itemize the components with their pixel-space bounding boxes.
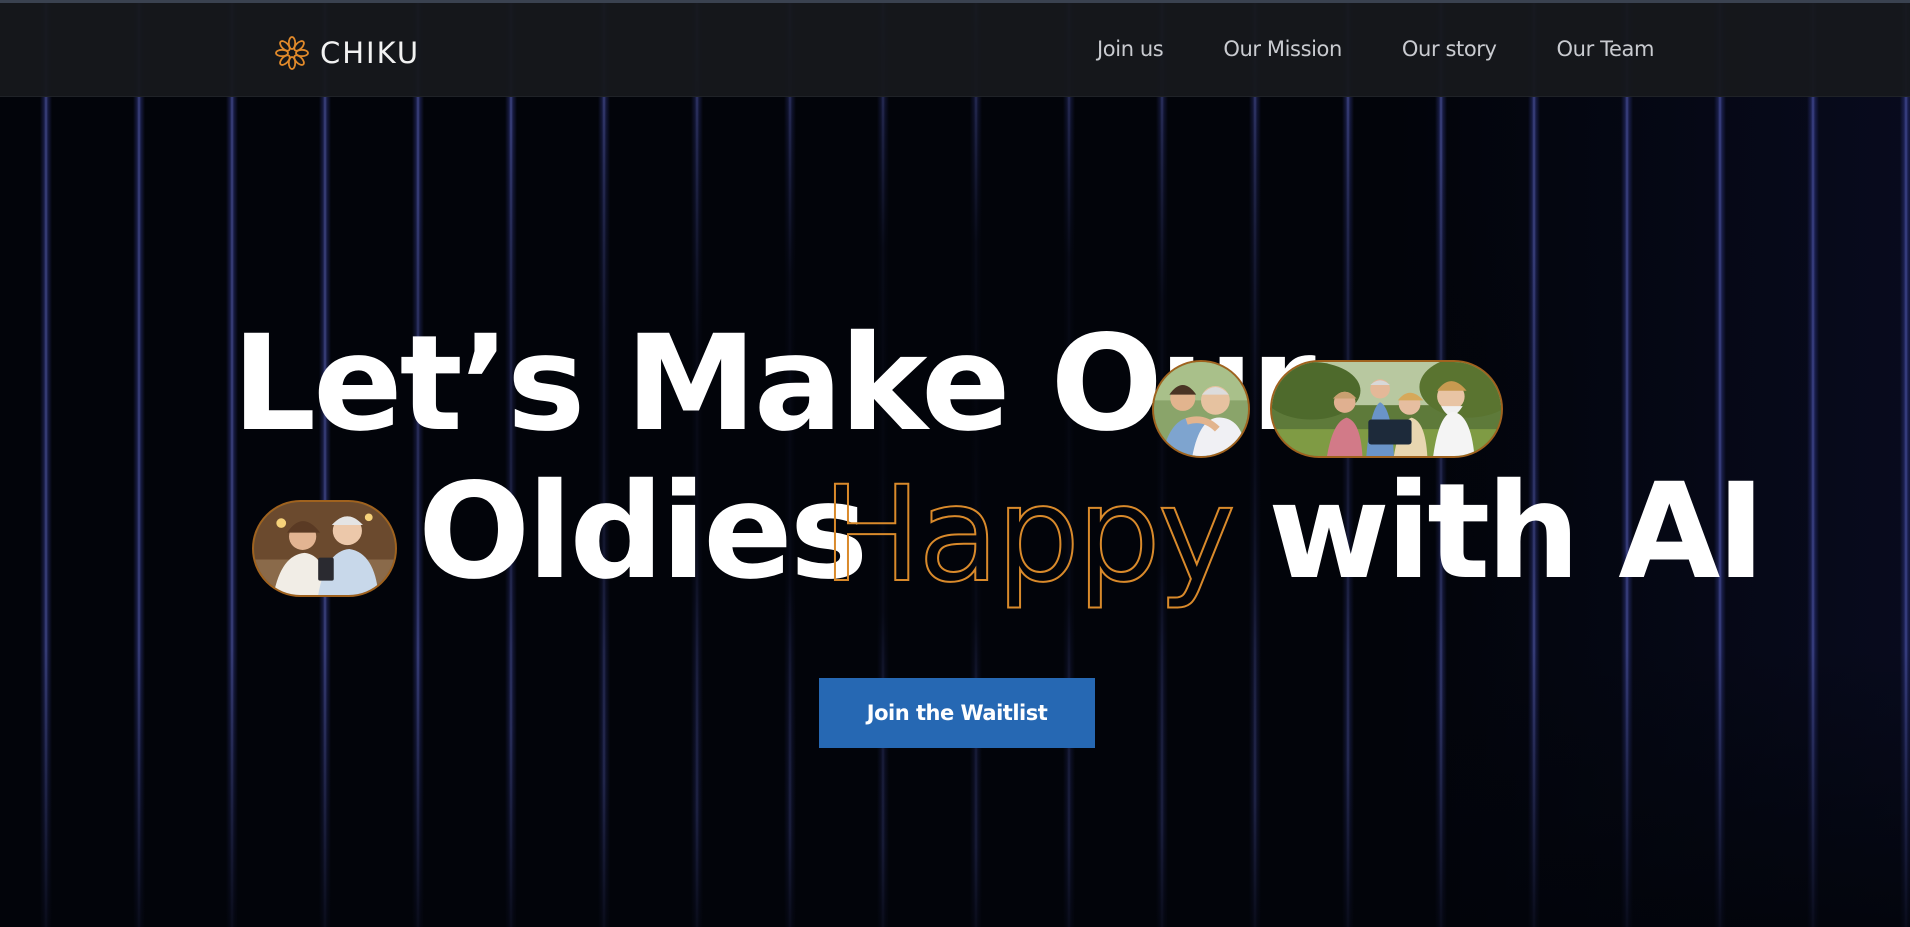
hero-headline-outline-word: Happy	[821, 457, 1237, 613]
hero-headline-line1: Let’s Make Our	[232, 307, 1316, 461]
couple-phone-photo	[252, 500, 397, 597]
landing-page: CHIKU Join us Our Mission Our story Our …	[0, 0, 1910, 927]
brand-name: CHIKU	[320, 36, 421, 70]
nav-link-our-mission[interactable]: Our Mission	[1223, 37, 1342, 61]
hero-headline-line2-start: Oldies	[418, 455, 868, 609]
join-waitlist-button[interactable]: Join the Waitlist	[819, 678, 1095, 748]
nav-link-join-us[interactable]: Join us	[1097, 37, 1164, 61]
hero-outline-text: Happy	[822, 458, 1233, 612]
flower-burst-icon	[275, 36, 309, 70]
main-nav: Join us Our Mission Our story Our Team	[1097, 37, 1654, 61]
navbar: CHIKU Join us Our Mission Our story Our …	[0, 3, 1910, 97]
nav-link-our-team[interactable]: Our Team	[1557, 37, 1655, 61]
hero-headline-line2-end: with AI	[1268, 455, 1765, 609]
nav-link-our-story[interactable]: Our story	[1402, 37, 1497, 61]
group-selfie-photo	[1270, 360, 1503, 458]
logo-link[interactable]: CHIKU	[274, 33, 420, 73]
couple-photo	[1152, 360, 1250, 458]
